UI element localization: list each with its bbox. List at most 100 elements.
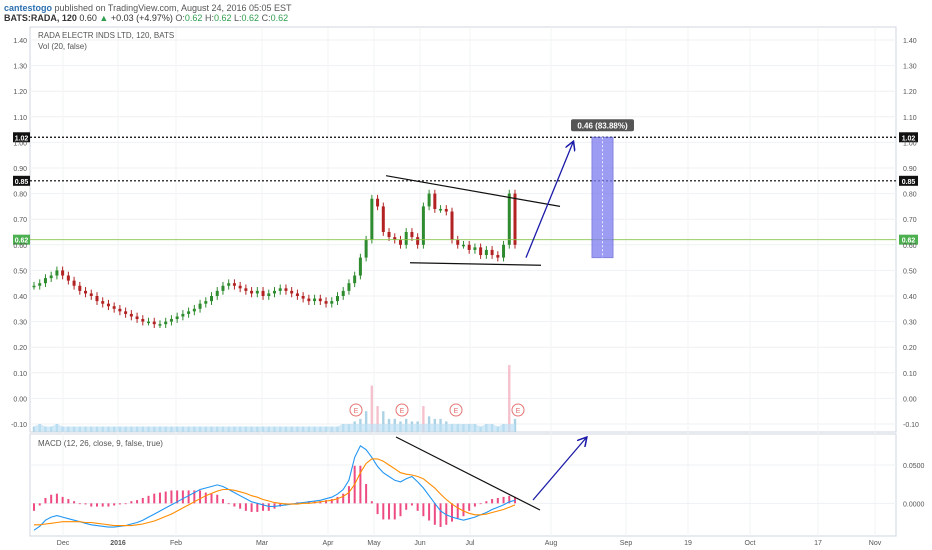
macd-histogram-bar xyxy=(433,503,436,525)
y-tick-label-right: -0.10 xyxy=(903,422,919,429)
candle-body xyxy=(404,232,408,245)
grid-lines xyxy=(30,27,896,536)
candle-body xyxy=(49,275,53,279)
candle-body xyxy=(335,296,339,302)
macd-line xyxy=(33,444,516,531)
macd-histogram-bar xyxy=(405,503,408,510)
candle-body xyxy=(278,288,282,291)
macd-histogram-bar xyxy=(393,503,396,520)
macd-histogram-bar xyxy=(256,503,259,512)
candle-body xyxy=(484,249,488,256)
candle-body xyxy=(502,244,506,258)
macd-histogram-bar xyxy=(164,491,167,504)
macd-histogram-bar xyxy=(239,503,242,509)
macd-histogram-bar xyxy=(170,490,173,504)
x-tick-label: Jun xyxy=(414,540,425,547)
macd-histogram-bar xyxy=(95,503,98,507)
earnings-marker-label: E xyxy=(516,408,521,415)
macd-histogram-bar xyxy=(388,503,391,520)
y-tick-label-left: 0.00 xyxy=(13,396,27,403)
candle-body xyxy=(169,319,173,322)
macd-histogram-bar xyxy=(428,503,431,521)
candle-body xyxy=(250,290,254,294)
macd-panel-frame xyxy=(29,433,897,537)
x-tick-label: Aug xyxy=(545,540,558,547)
volume-indicator-title: Vol (20, false) xyxy=(38,42,87,51)
x-tick-label: Dec xyxy=(57,540,70,547)
macd-histogram-bar xyxy=(50,494,53,504)
macd-indicator: 0.0500 0.0000 xyxy=(33,436,925,531)
candle-body xyxy=(267,293,271,296)
candle-body xyxy=(135,316,139,320)
y-tick-label-right: 0.70 xyxy=(903,217,917,224)
macd-histogram-bar xyxy=(227,503,230,505)
macd-histogram-bar xyxy=(67,499,70,504)
earnings-marker-label: E xyxy=(400,408,405,415)
y-tick-label-right: 0.10 xyxy=(903,371,917,378)
macd-histogram-bar xyxy=(61,496,64,504)
candle-body xyxy=(227,283,231,286)
candle-body xyxy=(290,290,294,294)
macd-histogram-bar xyxy=(485,501,488,504)
candle-body xyxy=(427,193,431,207)
candle-body xyxy=(490,249,494,256)
candle-body xyxy=(444,208,448,212)
y-tick-label-right: 0.20 xyxy=(903,345,917,352)
y-tick-label-left: 1.40 xyxy=(13,38,27,45)
candle-body xyxy=(387,232,391,238)
x-tick-label: 2016 xyxy=(110,540,126,547)
chart-canvas[interactable]: EEEE 1.02 1.020.85 0.850.62 0.62 0.46 (83.8… xyxy=(0,0,932,550)
macd-breakout-arrow xyxy=(532,438,586,501)
candle-body xyxy=(95,296,99,302)
macd-histogram-bar xyxy=(250,503,253,512)
macd-histogram-bar xyxy=(221,499,224,504)
macd-histogram-bar xyxy=(462,503,465,517)
macd-histogram-bar xyxy=(181,490,184,504)
y-tick-label-left: 0.30 xyxy=(13,320,27,327)
macd-histogram-bar xyxy=(187,490,190,504)
macd-histogram-bar xyxy=(376,503,379,515)
candle-body xyxy=(78,285,82,291)
x-tick-label: 19 xyxy=(684,540,692,547)
candle-body xyxy=(341,290,345,296)
lower-trendline xyxy=(409,262,542,266)
candle-body xyxy=(261,290,265,296)
y-tick-label-right: 1.10 xyxy=(903,115,917,122)
macd-histogram-bar xyxy=(451,503,454,522)
signal-line xyxy=(34,458,516,527)
candle-body xyxy=(118,308,122,312)
macd-histogram-bar xyxy=(244,503,247,511)
macd-trendline xyxy=(395,436,541,511)
macd-histogram-bar xyxy=(410,503,413,506)
macd-histogram-bar xyxy=(491,499,494,504)
candle-body xyxy=(376,198,380,207)
macd-histogram-bar xyxy=(422,503,425,517)
macd-histogram-bar xyxy=(44,497,47,504)
x-tick-label: May xyxy=(367,540,381,547)
macd-histogram-bar xyxy=(204,492,207,504)
y-tick-label-left: 0.60 xyxy=(13,243,27,250)
macd-histogram-bar xyxy=(342,493,345,504)
candle-body xyxy=(124,311,128,314)
y-tick-label-right: 1.00 xyxy=(903,140,917,147)
candle-body xyxy=(284,288,288,291)
main-panel-title: RADA ELECTR INDS LTD, 120, BATS xyxy=(38,31,175,40)
macd-histogram-bar xyxy=(267,503,270,511)
candle-body xyxy=(141,319,145,322)
candle-body xyxy=(473,247,477,250)
macd-histogram-bar xyxy=(73,501,76,504)
x-tick-label: 17 xyxy=(814,540,822,547)
y-tick-label-left: 0.70 xyxy=(13,217,27,224)
y-tick-label-right: 1.40 xyxy=(903,38,917,45)
macd-histogram-bar xyxy=(38,503,41,506)
candlestick-series xyxy=(32,189,517,328)
macd-histogram-bar xyxy=(136,500,139,504)
volume-bar xyxy=(508,365,511,432)
candle-body xyxy=(273,290,276,294)
candle-body xyxy=(187,311,191,314)
candle-body xyxy=(398,239,402,245)
y-tick-label-left: 1.00 xyxy=(13,140,27,147)
candle-body xyxy=(181,313,185,317)
y-tick-label-left: 1.30 xyxy=(13,64,27,71)
right-price-axis: 1.40 1.30 1.20 1.10 1.00 0.90 0.80 0.70 0.60 0.50… xyxy=(903,38,919,429)
